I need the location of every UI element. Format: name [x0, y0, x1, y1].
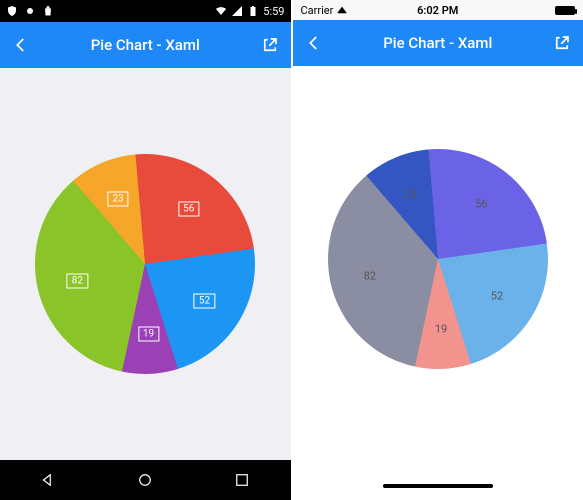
nav-back-icon[interactable] [39, 471, 57, 489]
ios-device: Carrier 6:02 PM Pie Chart - Xaml 56 52 19 8… [293, 0, 583, 500]
external-link-icon[interactable] [261, 36, 279, 54]
android-system-icons: 5:59 [215, 5, 284, 18]
data-label: 19 [435, 322, 447, 335]
external-link-icon[interactable] [553, 34, 571, 52]
data-label: 52 [491, 290, 503, 303]
ios-time: 6:02 PM [417, 4, 458, 17]
data-label: 23 [107, 192, 128, 207]
page-title: Pie Chart - Xaml [91, 36, 200, 54]
pie-chart-android: 56 52 19 82 23 [35, 154, 255, 374]
signal-icon [231, 5, 243, 17]
data-label: 23 [404, 188, 416, 201]
battery-icon [555, 6, 575, 15]
carrier-label: Carrier [301, 4, 334, 17]
back-icon[interactable] [305, 34, 323, 52]
ios-chart-area: 56 52 19 82 23 [293, 66, 583, 472]
data-label: 19 [138, 326, 159, 341]
android-app-bar: Pie Chart - Xaml [0, 22, 291, 68]
android-device: 5:59 Pie Chart - Xaml 56 52 19 82 23 [0, 0, 293, 500]
back-icon[interactable] [12, 36, 30, 54]
ios-battery [555, 6, 575, 15]
data-label: 82 [364, 270, 376, 283]
nav-recent-icon[interactable] [233, 471, 251, 489]
ios-home-indicator [293, 472, 583, 500]
android-time: 5:59 [263, 5, 284, 18]
pie-chart-ios: 56 52 19 82 23 [328, 149, 548, 369]
ios-app-bar: Pie Chart - Xaml [293, 20, 583, 66]
ios-status-bar: Carrier 6:02 PM [293, 0, 583, 20]
battery-icon [247, 5, 259, 17]
page-title: Pie Chart - Xaml [383, 34, 492, 52]
data-label: 56 [475, 198, 487, 211]
bag-icon [42, 5, 54, 17]
nav-home-icon[interactable] [136, 471, 154, 489]
home-bar [383, 484, 493, 488]
android-chart-area: 56 52 19 82 23 [0, 68, 291, 460]
shield-icon [6, 5, 18, 17]
wifi-icon [337, 7, 347, 14]
data-label: 52 [194, 294, 215, 309]
data-label: 82 [67, 274, 88, 289]
wifi-icon [215, 5, 227, 17]
android-nav-bar [0, 460, 291, 500]
pie-data-labels: 56 52 19 82 23 [328, 149, 548, 369]
android-notification-icons [6, 5, 54, 17]
android-status-bar: 5:59 [0, 0, 291, 22]
pie-data-labels: 56 52 19 82 23 [35, 154, 255, 374]
data-label: 56 [178, 202, 199, 217]
ios-carrier: Carrier [301, 4, 348, 17]
circle-icon [24, 5, 36, 17]
